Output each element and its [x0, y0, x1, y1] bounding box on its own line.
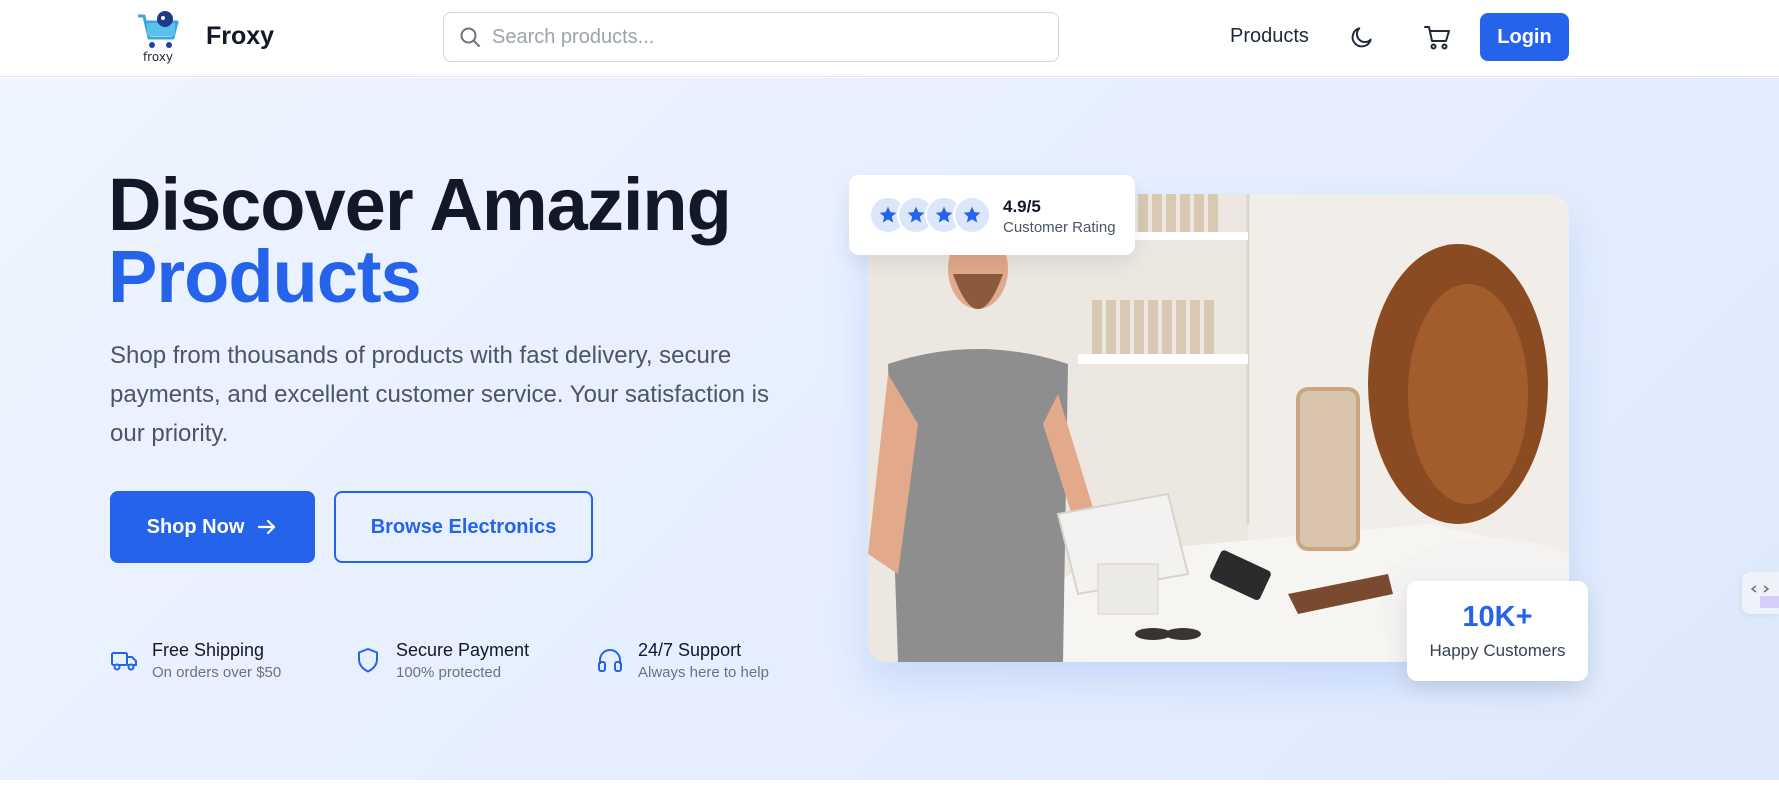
customers-card: 10K+ Happy Customers — [1407, 581, 1588, 681]
customers-count: 10K+ — [1462, 601, 1533, 633]
shop-now-label: Shop Now — [146, 515, 245, 538]
search-icon — [460, 27, 480, 47]
cart-icon[interactable] — [1422, 22, 1452, 52]
shield-icon — [358, 648, 378, 673]
truck-icon — [111, 652, 137, 671]
brand-name[interactable]: Froxy — [206, 22, 274, 51]
feature-subtitle: Always here to help — [638, 664, 769, 681]
feature-title: Free Shipping — [152, 640, 265, 660]
shop-now-button[interactable]: Shop Now — [110, 491, 315, 563]
nav-products-link[interactable]: Products — [1230, 25, 1309, 48]
feature-subtitle: 100% protected — [396, 664, 502, 681]
top-navbar: froxy Froxy Products Login — [0, 0, 1779, 77]
logo-caption: froxy — [142, 50, 174, 64]
arrow-right-icon — [258, 519, 276, 535]
login-button[interactable]: Login — [1480, 13, 1569, 61]
feature-title: Secure Payment — [396, 640, 530, 660]
search-bar[interactable] — [443, 12, 1059, 62]
rating-value: 4.9/5 — [1003, 197, 1041, 216]
hero-title-line1: Discover Amazing — [108, 163, 732, 246]
rating-card: 4.9/5 Customer Rating — [849, 175, 1135, 255]
feature-subtitle: On orders over $50 — [152, 664, 282, 681]
star-icon — [953, 196, 991, 234]
headphones-icon — [598, 649, 622, 672]
browse-electronics-button[interactable]: Browse Electronics — [334, 491, 593, 563]
cart-logo-icon — [138, 11, 179, 48]
side-widget-tab[interactable] — [1742, 572, 1779, 614]
customers-label: Happy Customers — [1429, 641, 1566, 660]
moon-icon[interactable] — [1349, 24, 1375, 50]
rating-label: Customer Rating — [1003, 219, 1116, 236]
logo[interactable]: froxy — [135, 10, 181, 66]
hero-title-line2: Products — [108, 235, 422, 318]
feature-title: 24/7 Support — [638, 640, 742, 660]
search-input[interactable] — [492, 21, 1032, 53]
hero-description: Shop from thousands of products with fas… — [110, 342, 769, 447]
code-icon — [1750, 585, 1779, 608]
